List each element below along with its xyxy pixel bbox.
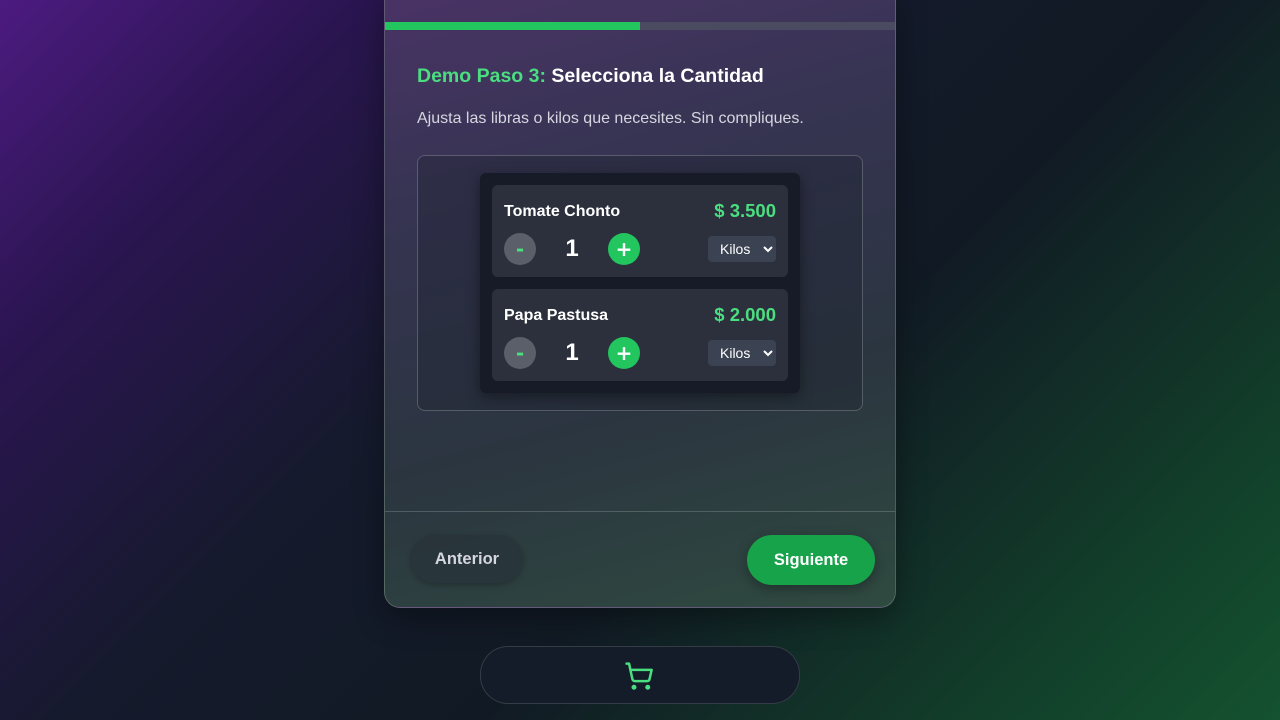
product-name: Tomate Chonto bbox=[504, 203, 621, 220]
product-card: Tomate Chonto $ 3.500 - 1 + Kilos bbox=[492, 185, 788, 277]
unit-select[interactable]: Kilos bbox=[708, 340, 776, 366]
step-prefix: Demo Paso 3: bbox=[417, 65, 546, 87]
step-description: Ajusta las libras o kilos que necesites.… bbox=[417, 110, 804, 127]
cart-icon bbox=[625, 662, 653, 690]
increase-quantity-button[interactable]: + bbox=[608, 337, 640, 369]
product-list: Tomate Chonto $ 3.500 - 1 + Kilos Papa P… bbox=[480, 173, 800, 393]
increase-quantity-button[interactable]: + bbox=[608, 233, 640, 265]
product-price: $ 3.500 bbox=[714, 200, 776, 221]
cart-button[interactable] bbox=[480, 646, 800, 704]
progress-bar bbox=[385, 22, 895, 30]
decrease-quantity-button[interactable]: - bbox=[504, 233, 536, 265]
product-card: Papa Pastusa $ 2.000 - 1 + Kilos bbox=[492, 289, 788, 381]
quantity-value: 1 bbox=[565, 339, 579, 366]
next-button[interactable]: Siguiente bbox=[747, 535, 875, 585]
step-heading: Selecciona la Cantidad bbox=[551, 65, 764, 87]
product-name: Papa Pastusa bbox=[504, 307, 609, 324]
step-title: Demo Paso 3: Selecciona la Cantidad bbox=[417, 65, 764, 88]
previous-button[interactable]: Anterior bbox=[411, 535, 523, 583]
decrease-quantity-button[interactable]: - bbox=[504, 337, 536, 369]
progress-fill bbox=[385, 22, 640, 30]
footer-divider bbox=[385, 511, 895, 512]
unit-select[interactable]: Kilos bbox=[708, 236, 776, 262]
wizard-card: Demo Paso 3: Selecciona la Cantidad Ajus… bbox=[384, 0, 896, 608]
demo-frame: Tomate Chonto $ 3.500 - 1 + Kilos Papa P… bbox=[417, 155, 863, 411]
quantity-value: 1 bbox=[565, 235, 579, 262]
product-price: $ 2.000 bbox=[714, 304, 776, 325]
